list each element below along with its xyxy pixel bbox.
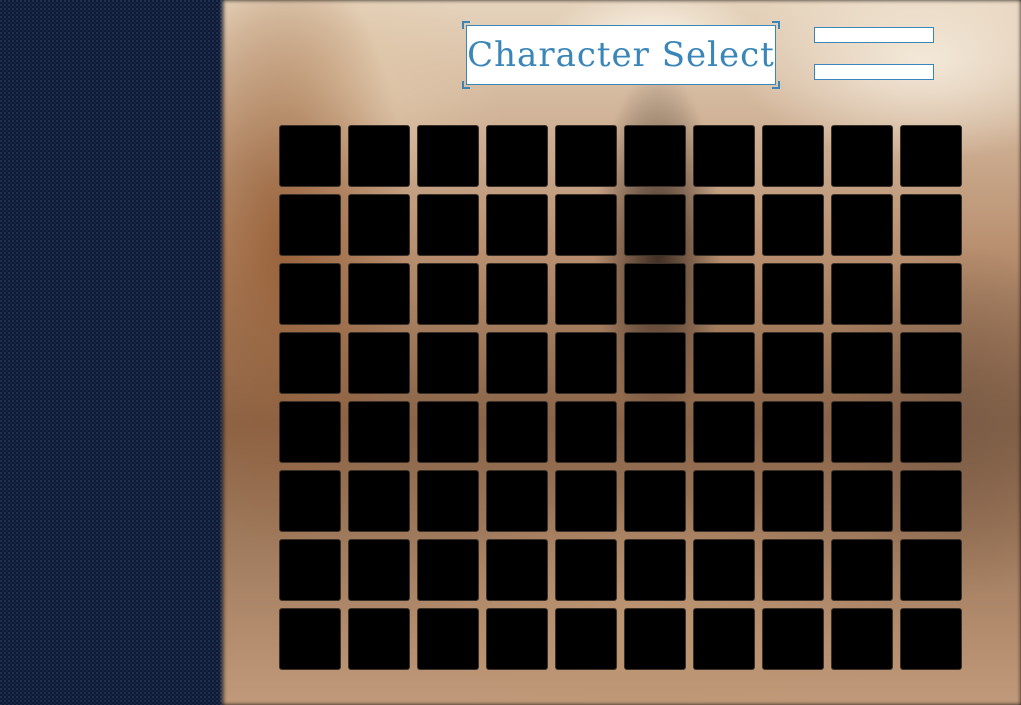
frame-corner-top-right xyxy=(772,21,780,29)
character-slot[interactable] xyxy=(693,470,755,532)
character-slot[interactable] xyxy=(900,608,962,670)
character-slot[interactable] xyxy=(693,263,755,325)
character-slot[interactable] xyxy=(417,608,479,670)
character-slot[interactable] xyxy=(831,608,893,670)
character-slot[interactable] xyxy=(762,608,824,670)
character-slot[interactable] xyxy=(762,401,824,463)
character-slot[interactable] xyxy=(348,608,410,670)
character-slot[interactable] xyxy=(279,539,341,601)
character-slot[interactable] xyxy=(348,470,410,532)
frame-corner-bottom-right xyxy=(772,81,780,89)
character-slot[interactable] xyxy=(900,539,962,601)
character-slot[interactable] xyxy=(555,332,617,394)
character-slot[interactable] xyxy=(762,470,824,532)
character-slot[interactable] xyxy=(624,194,686,256)
character-slot[interactable] xyxy=(900,125,962,187)
character-slot[interactable] xyxy=(624,125,686,187)
character-slot[interactable] xyxy=(762,263,824,325)
character-slot[interactable] xyxy=(831,470,893,532)
character-slot[interactable] xyxy=(279,125,341,187)
character-slot[interactable] xyxy=(555,470,617,532)
character-slot[interactable] xyxy=(279,470,341,532)
character-slot[interactable] xyxy=(486,608,548,670)
character-slot[interactable] xyxy=(693,125,755,187)
character-slot[interactable] xyxy=(279,608,341,670)
character-slot[interactable] xyxy=(831,539,893,601)
character-slot[interactable] xyxy=(900,401,962,463)
character-slot[interactable] xyxy=(417,194,479,256)
character-slot[interactable] xyxy=(348,539,410,601)
character-slot[interactable] xyxy=(555,125,617,187)
character-slot[interactable] xyxy=(348,332,410,394)
character-slot[interactable] xyxy=(348,263,410,325)
character-slot[interactable] xyxy=(831,125,893,187)
page-title: Character Select xyxy=(467,35,775,75)
side-panel xyxy=(0,0,223,705)
character-slot[interactable] xyxy=(417,401,479,463)
character-slot[interactable] xyxy=(279,263,341,325)
character-slot[interactable] xyxy=(555,608,617,670)
character-slot[interactable] xyxy=(417,332,479,394)
character-slot[interactable] xyxy=(693,194,755,256)
character-slot[interactable] xyxy=(624,470,686,532)
character-slot[interactable] xyxy=(831,332,893,394)
character-slot[interactable] xyxy=(555,401,617,463)
character-slot[interactable] xyxy=(555,263,617,325)
character-slot[interactable] xyxy=(831,401,893,463)
character-slot[interactable] xyxy=(624,263,686,325)
character-slot[interactable] xyxy=(348,194,410,256)
character-slot[interactable] xyxy=(555,539,617,601)
character-slot[interactable] xyxy=(348,401,410,463)
character-slot[interactable] xyxy=(762,539,824,601)
character-slot[interactable] xyxy=(417,470,479,532)
character-slot[interactable] xyxy=(555,194,617,256)
character-slot[interactable] xyxy=(900,263,962,325)
character-select-screen: Character Select xyxy=(0,0,1021,705)
character-slot[interactable] xyxy=(900,194,962,256)
character-slot[interactable] xyxy=(624,332,686,394)
character-slot[interactable] xyxy=(348,125,410,187)
character-slot[interactable] xyxy=(693,539,755,601)
character-slot[interactable] xyxy=(624,608,686,670)
character-slot[interactable] xyxy=(900,470,962,532)
character-slot[interactable] xyxy=(624,401,686,463)
character-slot[interactable] xyxy=(762,332,824,394)
character-slot[interactable] xyxy=(417,539,479,601)
character-grid xyxy=(279,125,963,671)
frame-corner-top-left xyxy=(462,21,470,29)
character-slot[interactable] xyxy=(624,539,686,601)
character-slot[interactable] xyxy=(693,608,755,670)
top-menu-button[interactable] xyxy=(814,27,934,43)
character-slot[interactable] xyxy=(900,332,962,394)
character-slot[interactable] xyxy=(693,401,755,463)
character-slot[interactable] xyxy=(486,332,548,394)
character-slot[interactable] xyxy=(693,332,755,394)
character-slot[interactable] xyxy=(486,125,548,187)
character-slot[interactable] xyxy=(486,194,548,256)
character-slot[interactable] xyxy=(762,125,824,187)
character-slot[interactable] xyxy=(279,332,341,394)
character-slot[interactable] xyxy=(417,263,479,325)
character-slot[interactable] xyxy=(417,125,479,187)
bottom-menu-button[interactable] xyxy=(814,64,934,80)
character-slot[interactable] xyxy=(486,539,548,601)
character-slot[interactable] xyxy=(486,401,548,463)
title-banner: Character Select xyxy=(462,21,780,89)
character-slot[interactable] xyxy=(486,470,548,532)
character-slot[interactable] xyxy=(762,194,824,256)
character-slot[interactable] xyxy=(831,194,893,256)
character-slot[interactable] xyxy=(279,401,341,463)
character-slot[interactable] xyxy=(279,194,341,256)
character-slot[interactable] xyxy=(486,263,548,325)
character-slot[interactable] xyxy=(831,263,893,325)
frame-corner-bottom-left xyxy=(462,81,470,89)
